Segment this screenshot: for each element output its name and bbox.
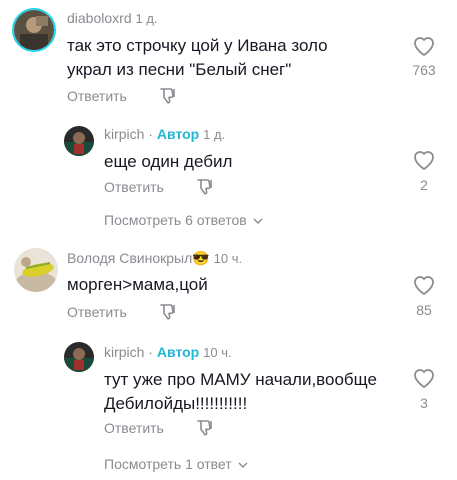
like-count: 2 <box>420 177 428 193</box>
comment-text-line: украл из песни "Белый снег" <box>67 60 292 79</box>
username-text[interactable]: kirpich <box>104 344 144 360</box>
chevron-down-icon <box>253 218 263 224</box>
comment-text-line: Дебилойды!!!!!!!!!!! <box>104 394 248 413</box>
avatar[interactable] <box>64 342 94 372</box>
view-replies-label[interactable]: Посмотреть 1 ответ <box>104 456 232 472</box>
reply-item: kirpich · Автор 10 ч. тут уже про МАМУ н… <box>0 340 457 480</box>
like-count: 763 <box>412 62 436 78</box>
comment-item: diaboloxrd 1 д. так это строчку цой у Ив… <box>0 0 457 110</box>
thumbs-down-icon[interactable] <box>195 418 215 438</box>
comment-username[interactable]: kirpich · Автор 1 д. <box>104 126 225 142</box>
heart-outline-icon[interactable] <box>412 35 436 57</box>
avatar[interactable] <box>64 126 94 156</box>
comment-text-line: еще один дебил <box>104 152 233 171</box>
heart-outline-icon[interactable] <box>412 274 436 296</box>
thumbs-down-icon[interactable] <box>158 86 178 106</box>
comment-text: тут уже про МАМУ начали,вообще Дебилойды… <box>104 368 377 416</box>
view-replies-button[interactable]: Посмотреть 6 ответов <box>104 212 263 228</box>
comment-username[interactable]: kirpich · Автор 10 ч. <box>104 344 232 360</box>
like-count: 85 <box>416 302 432 318</box>
reply-button[interactable]: Ответить <box>67 304 127 320</box>
comment-text-line: тут уже про МАМУ начали,вообще <box>104 370 377 389</box>
author-badge: Автор <box>156 126 200 142</box>
comment-item: Володя Свинокрыл😎 10 ч. морген>мама,цой … <box>0 238 457 338</box>
reply-button[interactable]: Ответить <box>104 420 164 436</box>
comment-time: 1 д. <box>203 127 226 142</box>
comment-time: 1 д. <box>135 11 158 26</box>
username-text[interactable]: kirpich <box>104 126 144 142</box>
comment-text-line: морген>мама,цой <box>67 275 208 294</box>
reply-item: kirpich · Автор 1 д. еще один дебил Отве… <box>0 120 457 235</box>
username-text[interactable]: diaboloxrd <box>67 10 132 26</box>
heart-outline-icon[interactable] <box>412 149 436 171</box>
view-replies-button[interactable]: Посмотреть 1 ответ <box>104 456 248 472</box>
comment-text: так это строчку цой у Ивана золо украл и… <box>67 34 328 82</box>
chevron-down-icon <box>238 462 248 468</box>
avatar[interactable] <box>14 248 58 292</box>
like-count: 3 <box>420 395 428 411</box>
comment-username[interactable]: Володя Свинокрыл😎 10 ч. <box>67 250 242 267</box>
comment-text-line: так это строчку цой у Ивана золо <box>67 36 328 55</box>
view-replies-label[interactable]: Посмотреть 6 ответов <box>104 212 247 228</box>
comment-text: морген>мама,цой <box>67 273 208 297</box>
comment-text: еще один дебил <box>104 150 232 174</box>
author-badge: Автор <box>156 344 200 360</box>
heart-outline-icon[interactable] <box>412 367 436 389</box>
comment-time: 10 ч. <box>213 251 243 266</box>
avatar[interactable] <box>12 8 56 52</box>
comment-username[interactable]: diaboloxrd 1 д. <box>67 10 158 26</box>
thumbs-down-icon[interactable] <box>158 302 178 322</box>
username-text[interactable]: Володя Свинокрыл😎 <box>67 250 210 266</box>
comment-time: 10 ч. <box>203 345 232 360</box>
reply-button[interactable]: Ответить <box>104 179 164 195</box>
thumbs-down-icon[interactable] <box>195 177 215 197</box>
reply-button[interactable]: Ответить <box>67 88 127 104</box>
